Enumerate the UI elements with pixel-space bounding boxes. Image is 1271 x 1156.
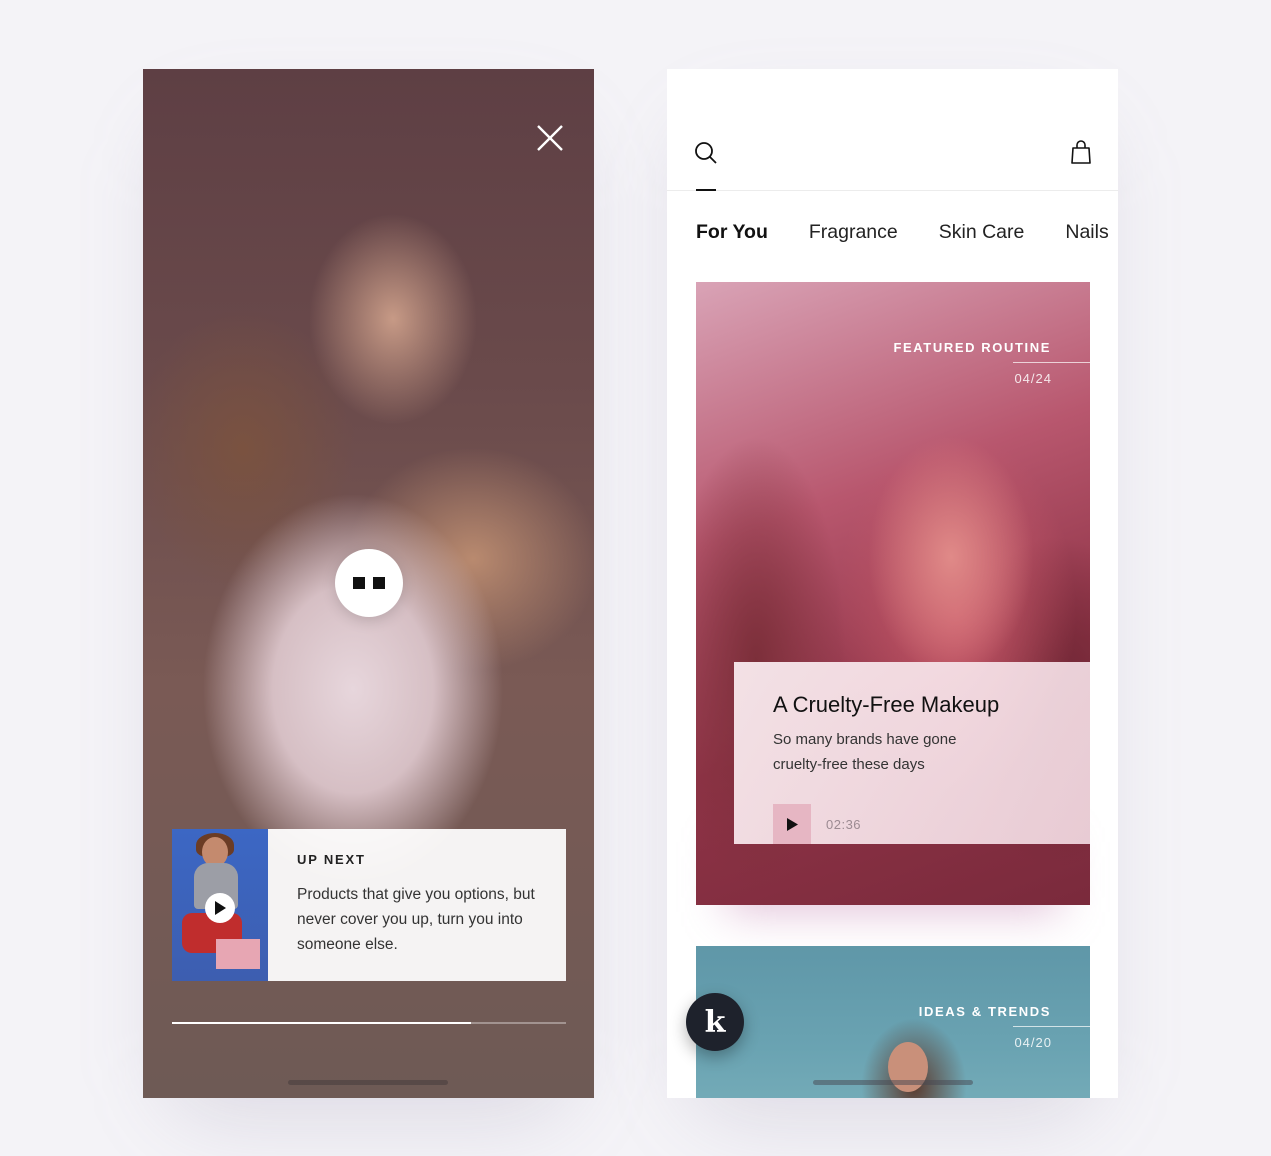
up-next-play-button[interactable] bbox=[205, 893, 235, 923]
up-next-thumbnail bbox=[172, 829, 268, 981]
tab-fragrance[interactable]: Fragrance bbox=[809, 221, 898, 244]
featured-category-label: FEATURED ROUTINE bbox=[893, 340, 1051, 355]
search-active-indicator bbox=[696, 189, 716, 191]
featured-date: 04/24 bbox=[1014, 371, 1052, 386]
pause-icon-left-bar bbox=[353, 577, 365, 589]
pause-icon-right-bar bbox=[373, 577, 385, 589]
featured-duration: 02:36 bbox=[826, 817, 862, 832]
search-button[interactable] bbox=[694, 141, 718, 165]
close-button[interactable] bbox=[533, 121, 567, 155]
tab-for-you[interactable]: For You bbox=[696, 221, 768, 244]
featured-info-panel: A Cruelty-Free Makeup So many brands hav… bbox=[734, 662, 1090, 844]
shopping-bag-icon bbox=[1071, 140, 1091, 164]
up-next-heading: UP NEXT bbox=[297, 852, 366, 867]
header-divider bbox=[667, 190, 1118, 191]
tab-skin-care[interactable]: Skin Care bbox=[939, 221, 1025, 244]
up-next-card[interactable]: UP NEXT Products that give you options, … bbox=[172, 829, 566, 981]
tab-nails[interactable]: Nails bbox=[1065, 221, 1108, 244]
video-progress-bar[interactable] bbox=[172, 1022, 566, 1024]
ideas-date: 04/20 bbox=[1014, 1035, 1052, 1050]
featured-description: So many brands have gone cruelty-free th… bbox=[773, 731, 957, 773]
ideas-category-label: IDEAS & TRENDS bbox=[918, 1004, 1051, 1019]
featured-play-button[interactable] bbox=[773, 804, 811, 844]
thumbnail-chair bbox=[216, 939, 260, 969]
featured-routine-card[interactable]: FEATURED ROUTINE 04/24 A Cruelty-Free Ma… bbox=[696, 282, 1090, 912]
brand-logo-icon: k bbox=[704, 1004, 726, 1040]
feed-screen: For You Fragrance Skin Care Nails FEATURED … bbox=[667, 69, 1118, 1098]
featured-category-underline bbox=[1013, 362, 1090, 363]
home-indicator bbox=[813, 1080, 973, 1085]
brand-logo-button[interactable]: k bbox=[686, 993, 744, 1051]
search-icon bbox=[695, 142, 717, 164]
pause-button[interactable] bbox=[335, 549, 403, 617]
category-tabs: For You Fragrance Skin Care Nails bbox=[696, 221, 1118, 244]
ideas-category-underline bbox=[1013, 1026, 1090, 1027]
close-icon bbox=[537, 125, 563, 151]
home-indicator bbox=[288, 1080, 448, 1085]
up-next-description: Products that give you options, but neve… bbox=[297, 886, 535, 953]
play-icon bbox=[215, 901, 226, 915]
ideas-trends-card[interactable]: IDEAS & TRENDS 04/20 bbox=[696, 946, 1090, 1098]
featured-title: A Cruelty-Free Makeup bbox=[773, 692, 1000, 717]
play-icon bbox=[786, 817, 798, 831]
shopping-bag-button[interactable] bbox=[1070, 139, 1092, 165]
video-player-screen: UP NEXT Products that give you options, … bbox=[143, 69, 594, 1098]
video-progress-fill bbox=[172, 1022, 472, 1024]
